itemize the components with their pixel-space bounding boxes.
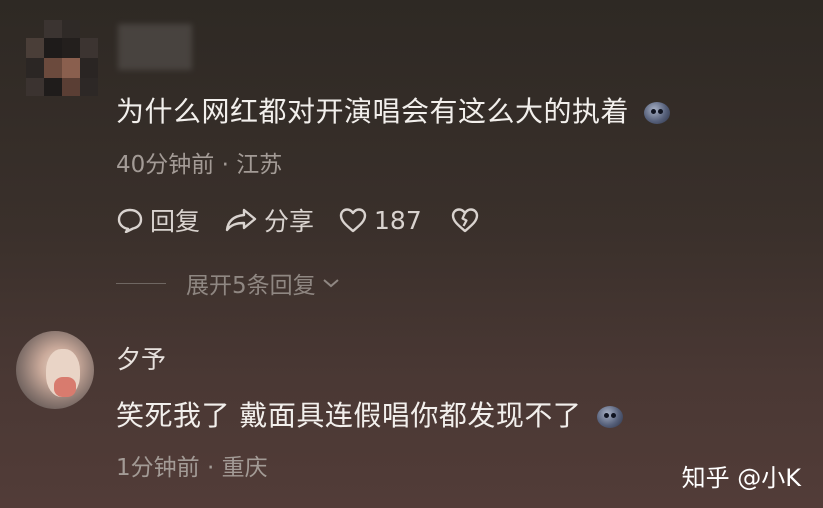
dislike-button[interactable] — [450, 207, 486, 233]
comment-text: 为什么网红都对开演唱会有这么大的执着 — [116, 90, 671, 130]
avatar[interactable] — [22, 20, 102, 100]
heart-icon — [339, 208, 367, 233]
expand-replies-button[interactable]: 展开5条回复 — [116, 266, 342, 300]
avatar-hand — [54, 377, 76, 397]
expand-replies-label: 展开5条回复 — [186, 273, 316, 299]
comment-text: 笑死我了 戴面具连假唱你都发现不了 — [116, 394, 623, 434]
reply-button[interactable]: 回复 — [116, 202, 200, 238]
avatar[interactable] — [16, 331, 94, 409]
comment-meta: 40分钟前 · 江苏 — [116, 152, 283, 178]
share-label: 分享 — [264, 207, 315, 236]
watermark: 知乎 @小K — [681, 464, 801, 492]
comment-meta: 1分钟前 · 重庆 — [116, 455, 268, 481]
pale-face-emoji-icon — [644, 102, 671, 124]
like-button[interactable]: 187 — [338, 206, 422, 235]
username[interactable]: 夕予 — [116, 340, 166, 376]
pale-face-emoji-icon — [596, 406, 623, 428]
broken-heart-icon — [451, 208, 478, 233]
like-count: 187 — [374, 205, 422, 235]
share-icon — [225, 208, 257, 232]
chevron-down-icon — [322, 279, 339, 288]
username-blurred — [118, 24, 192, 70]
share-button[interactable]: 分享 — [224, 202, 314, 238]
divider — [116, 282, 166, 284]
reply-label: 回复 — [150, 207, 201, 236]
comment-actions: 回复 分享 187 — [116, 200, 510, 240]
reply-icon — [117, 208, 143, 233]
